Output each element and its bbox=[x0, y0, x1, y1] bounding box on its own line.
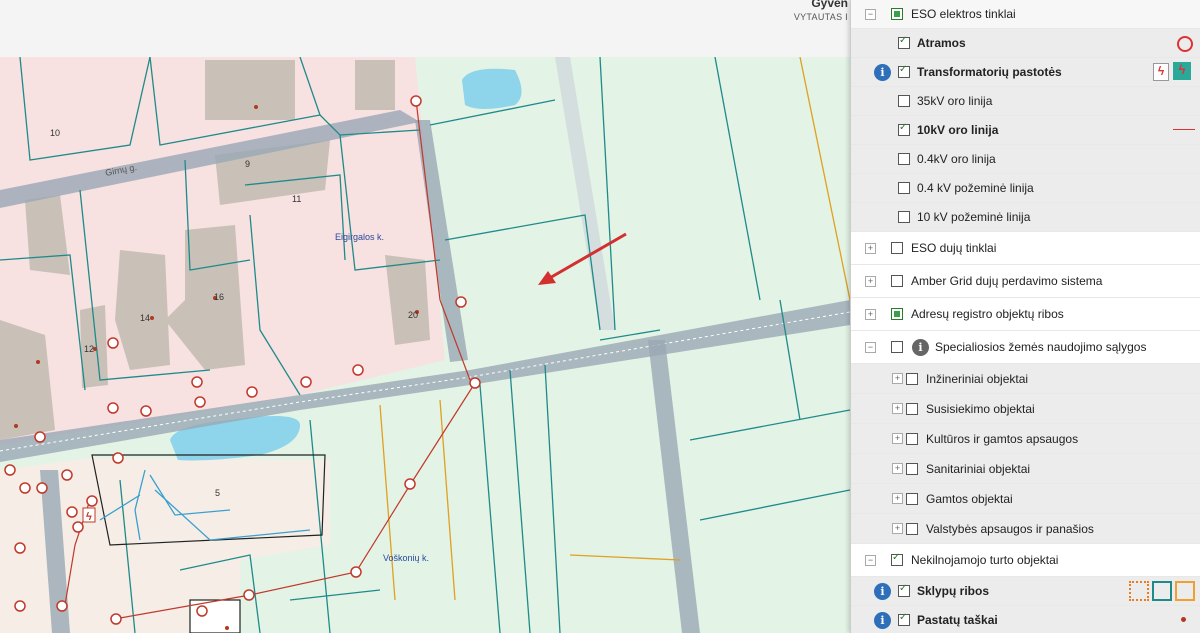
map-header: Gyven VYTAUTAS I bbox=[0, 0, 850, 58]
layer-label: Sklypų ribos bbox=[917, 584, 990, 598]
layer-checkbox[interactable] bbox=[898, 153, 910, 165]
expand-icon[interactable]: + bbox=[865, 308, 876, 320]
layer-checkbox[interactable] bbox=[891, 242, 903, 254]
layer-checkbox[interactable] bbox=[898, 122, 910, 136]
layer-label: Sanitariniai objektai bbox=[926, 461, 1031, 476]
layer-row[interactable]: + Gamtos objektai bbox=[851, 484, 1200, 514]
expand-icon[interactable]: + bbox=[892, 523, 903, 534]
header-subtitle: VYTAUTAS I bbox=[793, 12, 848, 22]
line-symbol-icon bbox=[1173, 129, 1195, 130]
layer-label: Nekilnojamojo turto objektai bbox=[911, 553, 1059, 567]
layer-label: Susisiekimo objektai bbox=[926, 401, 1035, 416]
layer-checkbox[interactable] bbox=[906, 492, 918, 505]
expand-icon[interactable]: + bbox=[892, 463, 903, 474]
layer-checkbox[interactable] bbox=[898, 583, 910, 597]
point-symbol-icon bbox=[1181, 617, 1186, 622]
layer-row[interactable]: + Valstybės apsaugos ir panašios bbox=[851, 514, 1200, 544]
layer-label: Kultūros ir gamtos apsaugos bbox=[926, 431, 1079, 446]
layer-row[interactable]: − ESO elektros tinklai bbox=[851, 0, 1200, 29]
layer-checkbox[interactable] bbox=[906, 372, 918, 385]
layer-checkbox[interactable] bbox=[906, 522, 918, 535]
layer-row[interactable]: i Pastatų taškai bbox=[851, 606, 1200, 633]
layer-row[interactable]: + ESO dujų tinklai bbox=[851, 232, 1200, 265]
layer-checkbox[interactable] bbox=[906, 402, 918, 415]
layer-label: 35kV oro linija bbox=[917, 94, 993, 108]
parcel-symbol-icon bbox=[1152, 581, 1172, 601]
layer-checkbox[interactable] bbox=[898, 182, 910, 194]
layer-checkbox[interactable] bbox=[891, 341, 903, 353]
info-icon[interactable]: i bbox=[912, 338, 929, 356]
layer-row[interactable]: + Adresų registro objektų ribos bbox=[851, 298, 1200, 331]
layer-row[interactable]: 10kV oro linija bbox=[851, 116, 1200, 145]
parcel-symbol-icon bbox=[1129, 581, 1149, 601]
collapse-icon[interactable]: − bbox=[865, 554, 876, 566]
info-icon[interactable]: i bbox=[874, 582, 891, 600]
transformer-symbol-icon: ϟ bbox=[1153, 63, 1169, 81]
layer-checkbox[interactable] bbox=[891, 552, 903, 566]
layer-label: Atramos bbox=[917, 36, 966, 50]
pole-symbol-icon bbox=[1177, 36, 1193, 52]
info-icon[interactable]: i bbox=[874, 611, 891, 629]
layer-row[interactable]: 0.4kV oro linija bbox=[851, 145, 1200, 174]
layer-row[interactable]: + Susisiekimo objektai bbox=[851, 394, 1200, 424]
arrow-head bbox=[538, 271, 556, 285]
layer-row[interactable]: + Inžineriniai objektai bbox=[851, 364, 1200, 394]
layer-checkbox[interactable] bbox=[898, 612, 910, 626]
layer-row[interactable]: + Kultūros ir gamtos apsaugos bbox=[851, 424, 1200, 454]
layer-row[interactable]: 35kV oro linija bbox=[851, 87, 1200, 116]
layer-checkbox[interactable] bbox=[906, 432, 918, 445]
layer-row[interactable]: + Sanitariniai objektai bbox=[851, 454, 1200, 484]
expand-icon[interactable]: + bbox=[892, 493, 903, 504]
layer-label: Specialiosios žemės naudojimo sąlygos bbox=[935, 340, 1147, 354]
expand-icon[interactable]: + bbox=[892, 373, 903, 384]
layer-checkbox[interactable] bbox=[891, 8, 903, 20]
layer-checkbox[interactable] bbox=[898, 35, 910, 49]
header-title: Gyven bbox=[811, 0, 848, 10]
arrow-shaft bbox=[547, 232, 627, 281]
expand-icon[interactable]: + bbox=[892, 403, 903, 414]
map-canvas[interactable]: ϟ 10 9 11 14 16 20 12 5 Girnų g. Eigirga… bbox=[0, 57, 850, 633]
layer-row[interactable]: − Nekilnojamojo turto objektai bbox=[851, 544, 1200, 577]
layer-label: 0.4 kV požeminė linija bbox=[917, 181, 1034, 195]
layer-label: 0.4kV oro linija bbox=[917, 152, 996, 166]
layer-row[interactable]: + Amber Grid dujų perdavimo sistema bbox=[851, 265, 1200, 298]
layer-checkbox[interactable] bbox=[906, 462, 918, 475]
expand-icon[interactable]: + bbox=[865, 242, 876, 254]
expand-icon[interactable]: + bbox=[892, 433, 903, 444]
info-icon[interactable]: i bbox=[874, 63, 891, 81]
layer-label: Gamtos objektai bbox=[926, 491, 1013, 506]
layer-label: Adresų registro objektų ribos bbox=[911, 307, 1064, 321]
collapse-icon[interactable]: − bbox=[865, 8, 876, 20]
layers-panel: − ESO elektros tinklai Atramos i Transfo… bbox=[850, 0, 1200, 633]
layer-row[interactable]: 10 kV požeminė linija bbox=[851, 203, 1200, 232]
layer-checkbox[interactable] bbox=[891, 275, 903, 287]
expand-icon[interactable]: + bbox=[865, 275, 876, 287]
parcel-symbol-icon bbox=[1175, 581, 1195, 601]
layer-label: ESO elektros tinklai bbox=[911, 7, 1016, 21]
collapse-icon[interactable]: − bbox=[865, 341, 876, 353]
layer-row[interactable]: i Sklypų ribos bbox=[851, 577, 1200, 606]
layer-checkbox[interactable] bbox=[898, 211, 910, 223]
layer-checkbox[interactable] bbox=[891, 308, 903, 320]
layer-label: ESO dujų tinklai bbox=[911, 241, 997, 255]
layer-checkbox[interactable] bbox=[898, 64, 910, 78]
layer-row[interactable]: 0.4 kV požeminė linija bbox=[851, 174, 1200, 203]
layer-label: Transformatorių pastotės bbox=[917, 65, 1062, 79]
layer-label: Valstybės apsaugos ir panašios bbox=[926, 521, 1094, 536]
layer-row[interactable]: − i Specialiosios žemės naudojimo sąlygo… bbox=[851, 331, 1200, 364]
layer-row[interactable]: Atramos bbox=[851, 29, 1200, 58]
layer-label: Pastatų taškai bbox=[917, 613, 998, 627]
layer-label: Inžineriniai objektai bbox=[926, 371, 1029, 386]
transformer-symbol-icon: ϟ bbox=[1173, 62, 1191, 80]
pointer-arrow bbox=[538, 232, 627, 285]
layer-label: 10kV oro linija bbox=[917, 123, 999, 137]
layer-label: 10 kV požeminė linija bbox=[917, 210, 1031, 224]
layer-label: Amber Grid dujų perdavimo sistema bbox=[911, 274, 1103, 288]
layer-checkbox[interactable] bbox=[898, 95, 910, 107]
layer-row[interactable]: i Transformatorių pastotės ϟ ϟ bbox=[851, 58, 1200, 87]
